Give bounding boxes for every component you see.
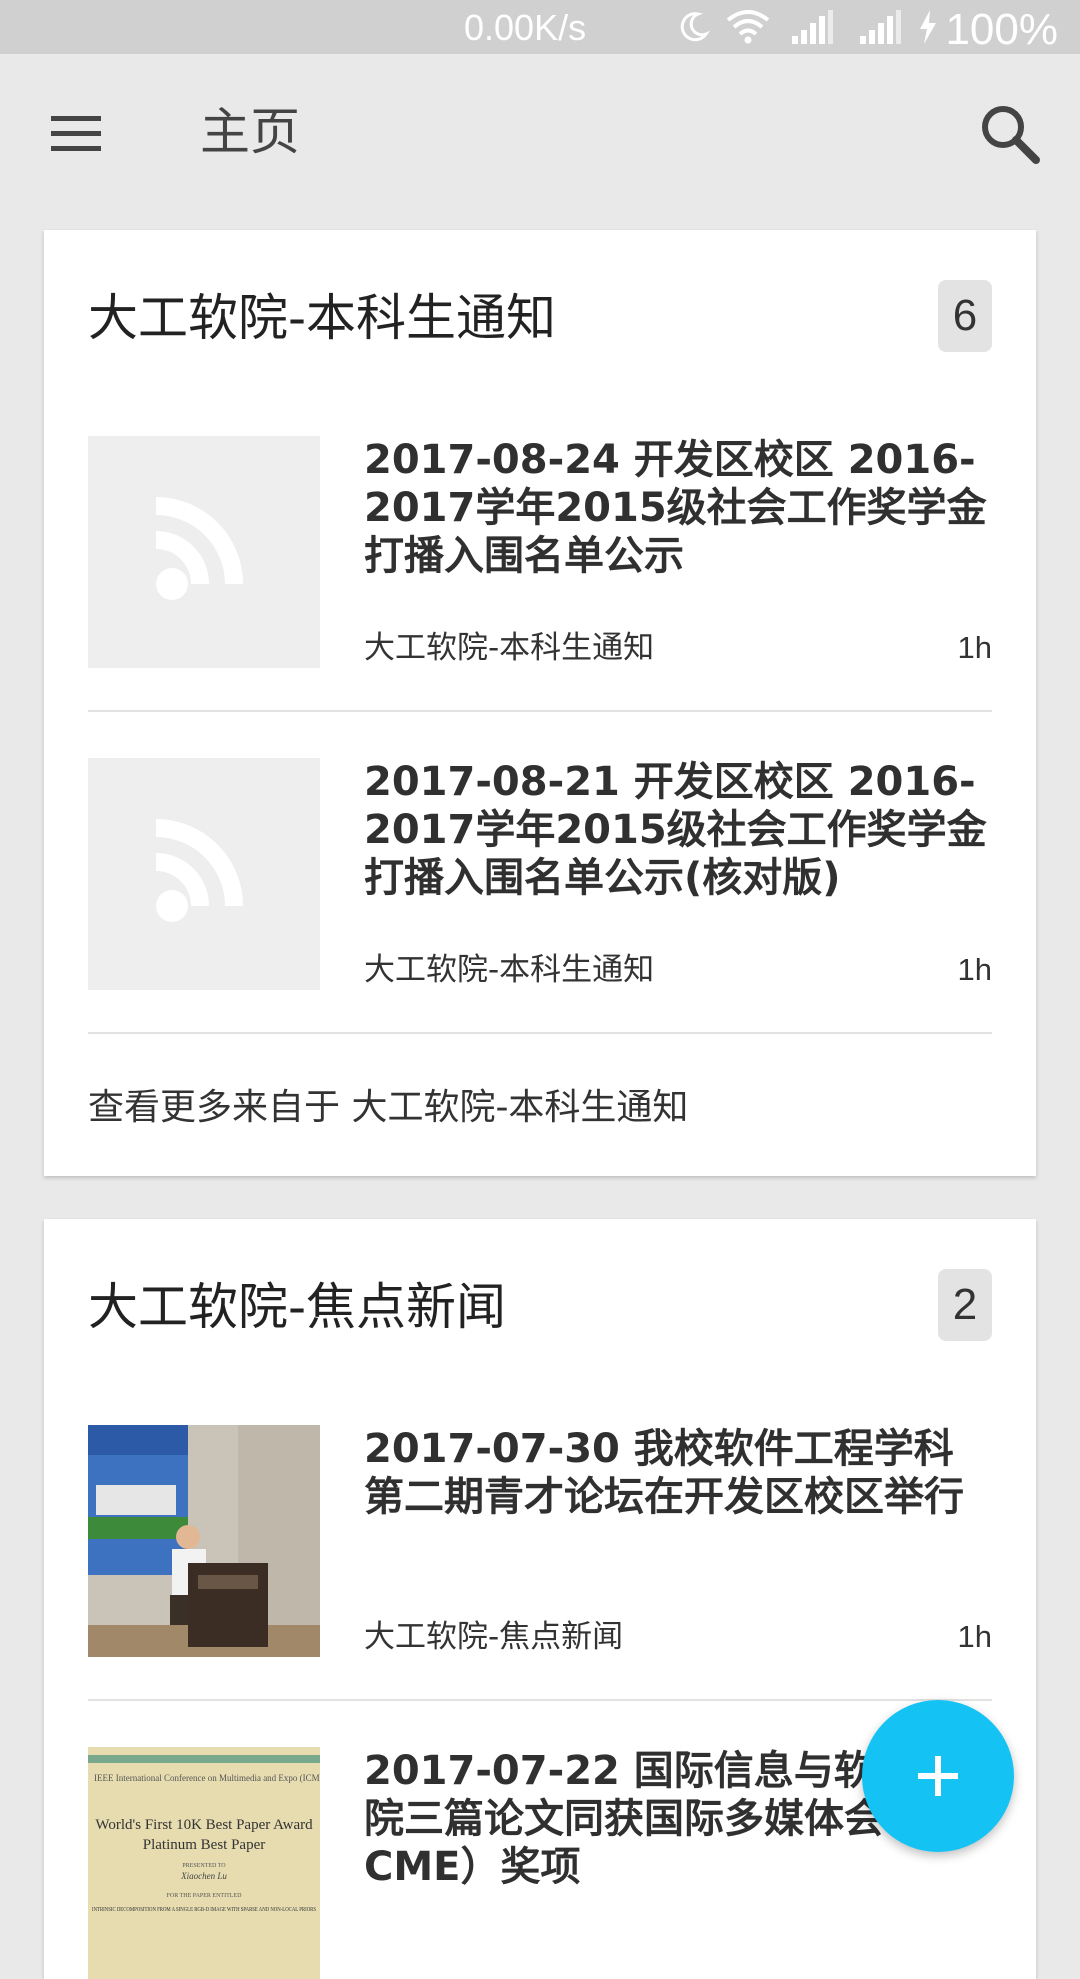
search-icon <box>982 106 1040 164</box>
thumbnail-photo <box>88 1425 320 1657</box>
menu-icon <box>51 116 101 151</box>
unread-count-badge: 2 <box>938 1269 992 1341</box>
divider <box>88 1032 992 1034</box>
status-bar: 0.00K/s 100% <box>0 0 1080 54</box>
add-feed-button[interactable] <box>862 1700 1014 1852</box>
thumbnail <box>88 758 320 990</box>
menu-button[interactable] <box>36 94 116 174</box>
item-title: 2017-07-30 我校软件工程学科第二期青才论坛在开发区校区举行 <box>364 1426 964 1520</box>
certificate-award-line1: World's First 10K Best Paper Award <box>95 1817 313 1833</box>
signal-icon <box>792 10 833 44</box>
item-title: 2017-08-21 开发区校区 2016-2017学年2015级社会工作奖学金… <box>364 759 987 901</box>
list-item[interactable]: IEEE International Conference on Multime… <box>88 1747 992 1979</box>
see-more-link[interactable]: 查看更多来自于 大工软院-本科生通知 <box>88 1084 688 1132</box>
wifi-icon <box>726 10 770 44</box>
signal-icon <box>860 10 901 44</box>
divider <box>88 710 992 712</box>
rss-icon <box>155 819 243 922</box>
certificate-for-paper: FOR THE PAPER ENTITLED <box>167 1893 243 1899</box>
certificate-paper-title: INTRINSIC DECOMPOSITION FROM A SINGLE RG… <box>92 1907 316 1913</box>
thumbnail <box>88 436 320 668</box>
list-item[interactable]: 2017-07-30 我校软件工程学科第二期青才论坛在开发区校区举行 大工软院-… <box>88 1425 992 1657</box>
battery-level: 100% <box>945 5 1058 54</box>
list-item[interactable]: 2017-08-21 开发区校区 2016-2017学年2015级社会工作奖学金… <box>88 758 992 990</box>
rss-icon <box>155 497 243 600</box>
feed-header[interactable]: 大工软院-焦点新闻 2 <box>88 1269 992 1343</box>
certificate-award-line2: Platinum Best Paper <box>143 1837 266 1853</box>
divider <box>88 1699 992 1701</box>
item-source: 大工软院-本科生通知 <box>364 952 655 988</box>
unread-count-badge: 6 <box>938 280 992 352</box>
feed-title: 大工软院-本科生通知 <box>88 289 557 347</box>
item-title: 2017-08-24 开发区校区 2016-2017学年2015级社会工作奖学金… <box>364 437 987 579</box>
certificate-presented: PRESENTED TO <box>182 1863 226 1869</box>
plus-icon <box>918 1756 958 1796</box>
charging-icon <box>920 10 936 44</box>
item-time: 1h <box>957 630 992 665</box>
item-source: 大工软院-本科生通知 <box>364 630 655 666</box>
feed-card: 大工软院-本科生通知 6 2017-08-24 开发区校区 2016-2017学… <box>44 230 1036 1176</box>
thumbnail-photo: IEEE International Conference on Multime… <box>88 1747 320 1979</box>
certificate-photo: IEEE International Conference on Multime… <box>88 1747 320 1979</box>
feed-card: 大工软院-焦点新闻 2 2017-07-30 我校软件工程学科第二期青才论坛在开… <box>44 1219 1036 1979</box>
search-button[interactable] <box>970 94 1050 174</box>
moon-icon <box>680 12 710 42</box>
page-title: 主页 <box>200 103 300 161</box>
item-time: 1h <box>957 1619 992 1654</box>
item-time: 1h <box>957 952 992 987</box>
feed-title: 大工软院-焦点新闻 <box>88 1278 507 1336</box>
network-speed: 0.00K/s <box>464 7 587 48</box>
list-item[interactable]: 2017-08-24 开发区校区 2016-2017学年2015级社会工作奖学金… <box>88 436 992 668</box>
app-bar: 主页 <box>0 54 1080 208</box>
certificate-conference: IEEE International Conference on Multime… <box>94 1773 320 1783</box>
item-source: 大工软院-焦点新闻 <box>364 1619 624 1655</box>
certificate-recipient: Xiaochen Lu <box>180 1871 227 1881</box>
speaker-photo <box>88 1425 320 1657</box>
feed-header[interactable]: 大工软院-本科生通知 6 <box>88 280 992 354</box>
